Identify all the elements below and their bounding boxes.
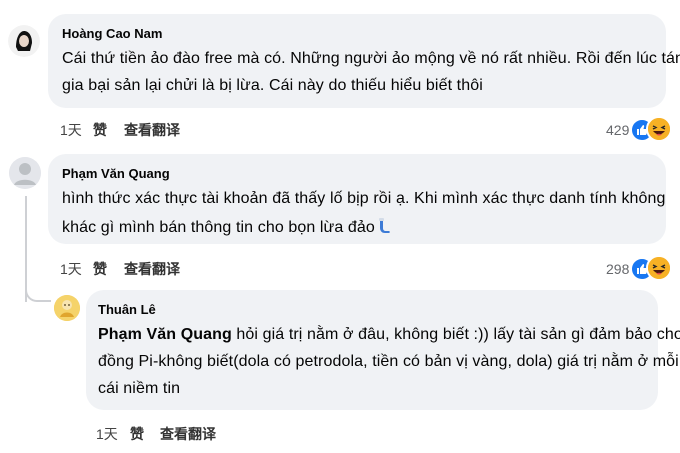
- haha-icon: [646, 255, 672, 281]
- comment-text-span: khác gì mình bán thông tin cho bọn lừa đ…: [62, 219, 375, 236]
- translate-button[interactable]: 查看翻译: [160, 424, 216, 444]
- reply-connector: [25, 270, 51, 302]
- reply-time[interactable]: 1天: [96, 424, 118, 444]
- smirk-emoji-icon: [377, 217, 391, 235]
- mention-link[interactable]: Phạm Văn Quang: [98, 326, 232, 343]
- reply-text-line: Phạm Văn Quang hỏi giá trị nằm ở đâu, kh…: [98, 326, 680, 344]
- translate-button[interactable]: 查看翻译: [124, 259, 180, 279]
- comment-text-line: khác gì mình bán thông tin cho bọn lừa đ…: [62, 217, 391, 237]
- like-button[interactable]: 赞: [130, 424, 144, 444]
- reply-author[interactable]: Thuân Lê: [98, 302, 156, 317]
- comment-text-line: Cái thứ tiền ảo đào free mà có. Những ng…: [62, 50, 680, 67]
- comment-time[interactable]: 1天: [60, 120, 82, 140]
- reaction-count[interactable]: 429: [606, 122, 629, 138]
- like-button[interactable]: 赞: [93, 120, 107, 140]
- haha-icon: [646, 116, 672, 142]
- comment-time[interactable]: 1天: [60, 259, 82, 279]
- translate-button[interactable]: 查看翻译: [124, 120, 180, 140]
- comment-author[interactable]: Hoàng Cao Nam: [62, 26, 162, 41]
- reply-text-line: cái niềm tin: [98, 380, 181, 397]
- like-button[interactable]: 赞: [93, 259, 107, 279]
- reply-text-line: đồng Pi-không biết(dola có petrodola, ti…: [98, 353, 679, 370]
- comment-text-line: hình thức xác thực tài khoản đã thấy lố …: [62, 190, 666, 207]
- reply-text-span: hỏi giá trị nằm ở đâu, không biết :)) lấ…: [231, 326, 680, 343]
- comment-text-line: gia bại sản lại chửi là bị lừa. Cái này …: [62, 77, 483, 94]
- avatar[interactable]: [9, 157, 41, 189]
- reaction-count[interactable]: 298: [606, 261, 629, 277]
- avatar[interactable]: [54, 295, 80, 321]
- comment-author[interactable]: Phạm Văn Quang: [62, 166, 170, 181]
- avatar[interactable]: [8, 25, 40, 57]
